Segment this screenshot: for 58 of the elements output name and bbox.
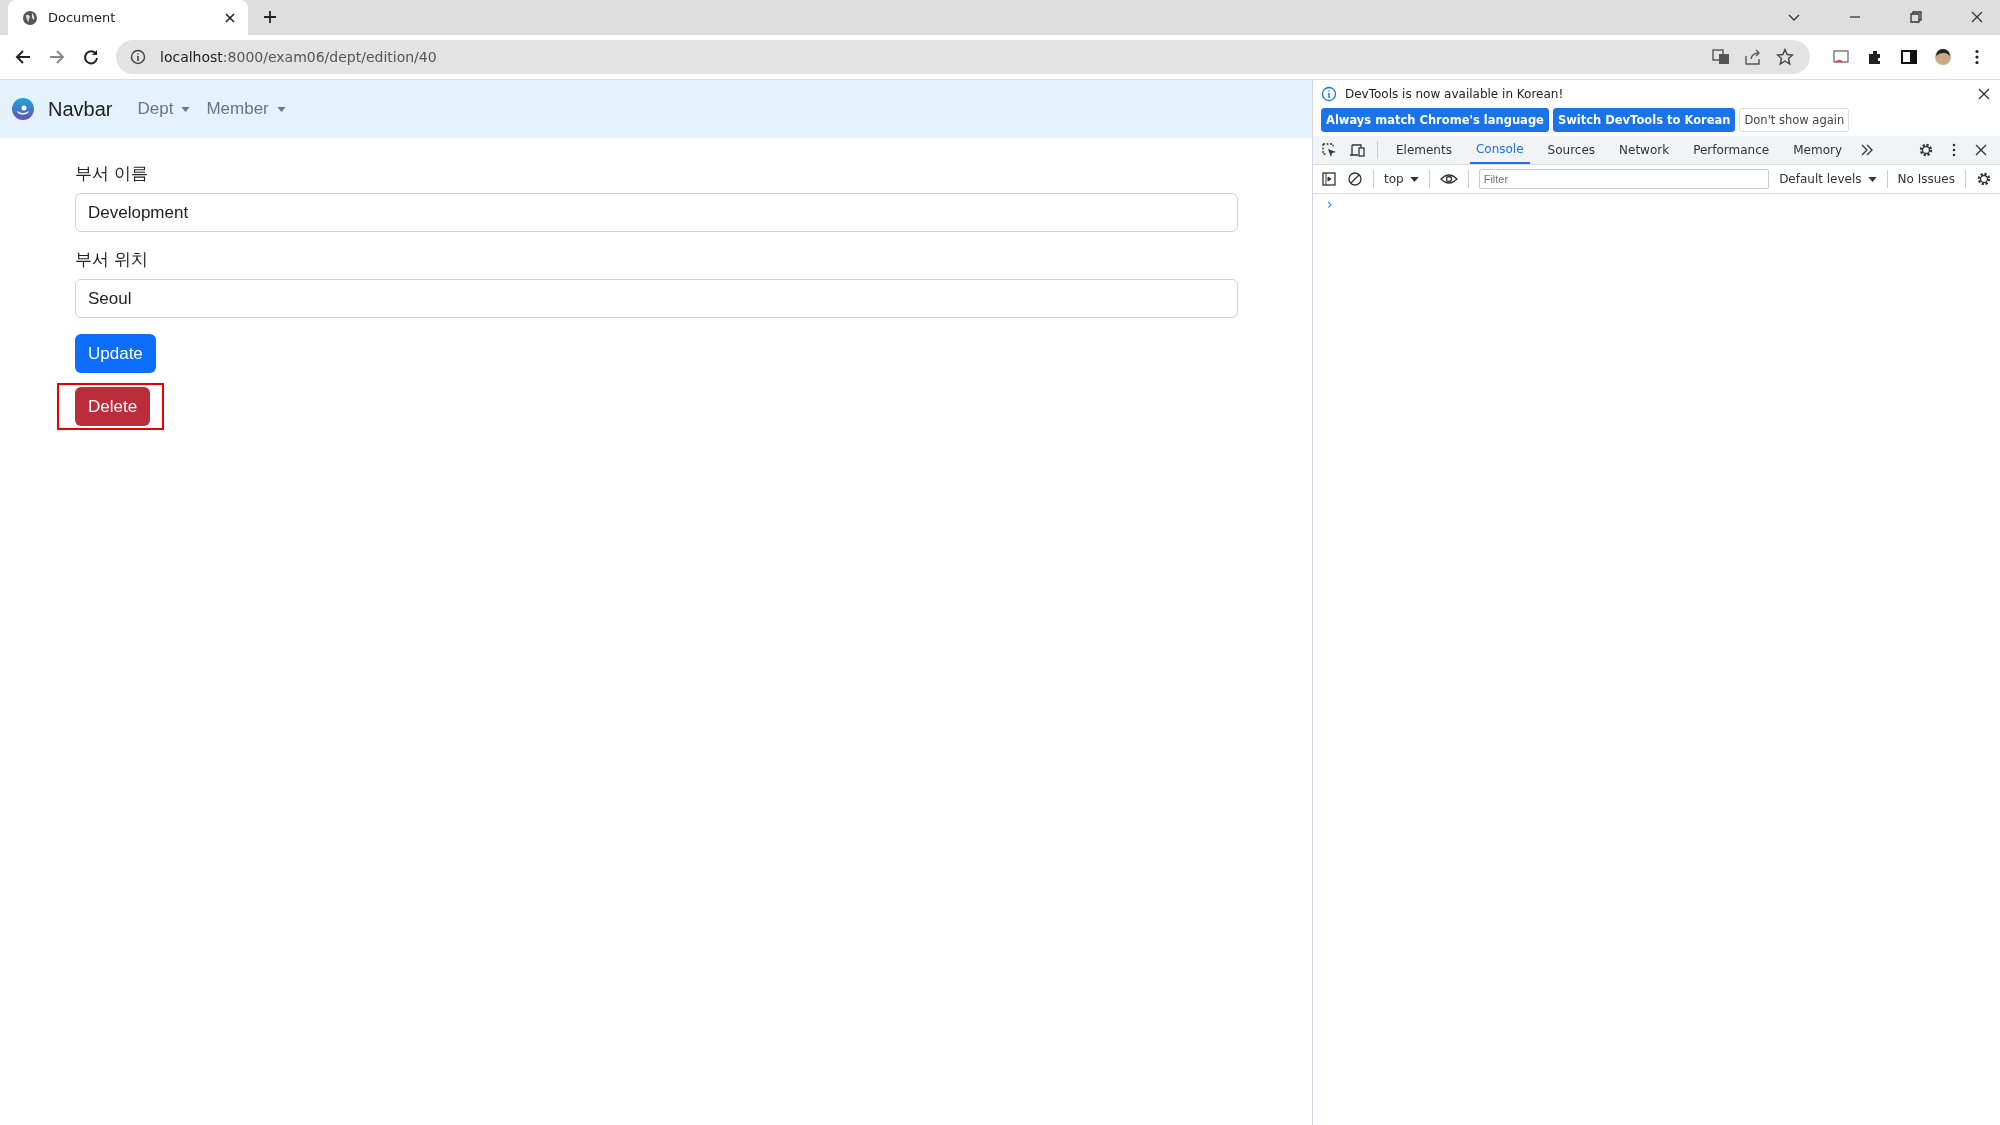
close-icon[interactable] [1969, 9, 1985, 25]
globe-icon [22, 9, 38, 26]
nav-dropdown[interactable]: Member [206, 99, 286, 119]
devtools-tab[interactable]: Memory [1787, 136, 1848, 164]
device-icon[interactable] [1349, 142, 1365, 158]
sidepanel-icon[interactable] [1900, 48, 1918, 66]
caret-icon [1409, 176, 1419, 182]
translate-icon[interactable] [1712, 48, 1730, 66]
back-icon[interactable] [14, 48, 32, 66]
navbar-brand[interactable]: Navbar [48, 97, 113, 121]
caret-icon [276, 106, 286, 112]
double-chevron-icon[interactable] [1860, 143, 1874, 157]
devtools-tab[interactable]: Performance [1687, 136, 1776, 164]
close-icon[interactable] [1978, 88, 1990, 100]
devtools-tab[interactable]: Network [1613, 136, 1676, 164]
browser-tab[interactable]: Document [8, 0, 248, 35]
cast-icon[interactable] [1832, 48, 1850, 66]
caret-icon [181, 106, 191, 112]
restore-icon[interactable] [1908, 9, 1924, 25]
notice-text: DevTools is now available in Korean! [1345, 87, 1564, 101]
levels-dropdown[interactable]: Default levels [1779, 172, 1877, 186]
notice-button[interactable]: Always match Chrome's language [1321, 108, 1549, 132]
caret-icon [1867, 176, 1877, 182]
devtools-tab[interactable]: Sources [1541, 136, 1602, 164]
close-icon[interactable] [1974, 143, 1988, 157]
share-icon[interactable] [1744, 48, 1762, 66]
forward-icon[interactable] [48, 48, 66, 66]
clear-icon[interactable] [1347, 171, 1363, 187]
notice-button[interactable]: Switch DevTools to Korean [1552, 108, 1736, 132]
field-label: 부서 이름 [75, 163, 149, 185]
context-dropdown[interactable]: top [1384, 172, 1419, 186]
logo-icon[interactable] [12, 98, 34, 120]
close-icon[interactable] [224, 11, 236, 24]
devtools-tab[interactable]: Console [1469, 136, 1530, 164]
tab-title: Document [48, 10, 117, 25]
info-icon [1321, 86, 1337, 102]
inspect-icon[interactable] [1321, 142, 1337, 158]
devtools-tab[interactable]: Elements [1390, 136, 1458, 164]
form-button[interactable]: Update [75, 334, 156, 373]
field-label: 부서 위치 [75, 249, 149, 271]
input-field[interactable]: Development [75, 193, 1238, 232]
nav-dropdown[interactable]: Dept [137, 99, 191, 119]
form-button[interactable]: Delete [75, 387, 151, 426]
star-icon[interactable] [1776, 48, 1794, 66]
settings-icon[interactable] [1918, 142, 1934, 158]
filter-field[interactable]: Filter [1478, 169, 1770, 189]
sidebar-icon[interactable] [1321, 171, 1337, 187]
console-prompt: › [1326, 195, 1333, 212]
new-tab-icon[interactable] [262, 9, 278, 25]
input-field[interactable]: Seoul [75, 279, 1238, 318]
info-icon [130, 49, 146, 65]
reload-icon[interactable] [82, 48, 100, 66]
avatar-icon[interactable] [1934, 48, 1952, 66]
url-text: localhost:8000/exam06/dept/edition/40 [160, 49, 437, 65]
issues-button[interactable]: No Issues [1897, 172, 1955, 186]
settings-icon[interactable] [1976, 171, 1992, 187]
notice-button[interactable]: Don't show again [1739, 108, 1850, 132]
address-bar[interactable]: localhost:8000/exam06/dept/edition/40 [116, 40, 1810, 74]
